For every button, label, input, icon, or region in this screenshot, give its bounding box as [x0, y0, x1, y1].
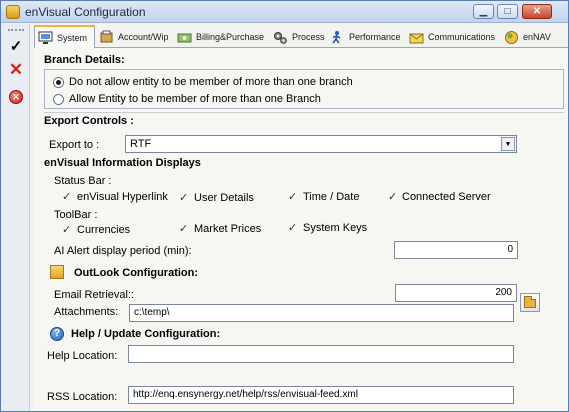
- toolbar-label: ToolBar :: [54, 209, 98, 221]
- attachments-label: Attachments:: [54, 306, 119, 318]
- branch-groupbox: Do not allow entity to be member of more…: [44, 69, 564, 109]
- tab-label: Process: [292, 32, 325, 42]
- tab-label: Performance: [349, 32, 401, 42]
- gears-icon: [274, 32, 287, 44]
- export-format-value: RTF: [130, 138, 152, 150]
- checkbox-connected-server[interactable]: ✓: [388, 191, 397, 203]
- status-bar-label: Status Bar :: [54, 175, 112, 187]
- system-icon: [38, 31, 53, 44]
- app-icon: [6, 5, 20, 19]
- attachments-input[interactable]: c:\temp\: [129, 304, 514, 322]
- checkbox-user-details[interactable]: ✓: [179, 192, 188, 204]
- left-toolbar: ✓ ✕ ✕: [1, 24, 30, 411]
- divider: [44, 112, 564, 113]
- checkbox-envisual-hyperlink[interactable]: ✓: [62, 191, 71, 203]
- toolbar-grip[interactable]: [8, 29, 24, 32]
- folder-icon: [524, 296, 536, 308]
- branch-heading: Branch Details:: [44, 54, 125, 66]
- close-icon[interactable]: ✕: [6, 60, 26, 80]
- displays-heading: enVisual Information Displays: [44, 157, 201, 169]
- config-window: enVisual Configuration ▁ □ ✕ ✓ ✕ ✕ Syste…: [0, 0, 569, 412]
- stop-icon[interactable]: ✕: [6, 86, 26, 106]
- tab-ennav[interactable]: enNAV: [501, 27, 551, 48]
- checkbox-system-keys[interactable]: ✓: [288, 222, 297, 234]
- tab-system[interactable]: System: [34, 25, 95, 49]
- export-format-select[interactable]: RTF ▼: [125, 135, 517, 153]
- tab-label: Billing&Purchase: [196, 32, 265, 42]
- performance-icon: [332, 31, 341, 44]
- export-label: Export to :: [49, 139, 100, 151]
- alert-period-label: AI Alert display period (min):: [54, 245, 192, 257]
- tab-billing-purchase[interactable]: Billing&Purchase: [174, 27, 264, 48]
- currencies-label[interactable]: Currencies: [77, 224, 130, 236]
- communications-icon: [409, 33, 424, 44]
- alert-period-input[interactable]: 0: [394, 241, 518, 259]
- system-keys-label[interactable]: System Keys: [303, 222, 367, 234]
- help-heading: Help / Update Configuration:: [71, 328, 221, 340]
- help-location-input[interactable]: [128, 345, 514, 363]
- checkbox-currencies[interactable]: ✓: [62, 224, 71, 236]
- chevron-down-icon[interactable]: ▼: [501, 137, 515, 151]
- help-location-label: Help Location:: [47, 350, 118, 362]
- tab-label: enNAV: [523, 32, 551, 42]
- tab-account-wip[interactable]: Account/Wip: [96, 27, 169, 48]
- time-date-label[interactable]: Time / Date: [303, 191, 359, 203]
- checkbox-time-date[interactable]: ✓: [288, 191, 297, 203]
- envisual-hyperlink-label[interactable]: enVisual Hyperlink: [77, 191, 168, 203]
- system-panel: Branch Details: Do not allow entity to b…: [34, 48, 568, 411]
- email-retrieval-input[interactable]: 200: [395, 284, 517, 302]
- stop-glyph: ✕: [9, 90, 23, 104]
- rss-location-input[interactable]: http://enq.ensynergy.net/help/rss/envisu…: [128, 386, 514, 404]
- export-heading: Export Controls :: [44, 115, 134, 127]
- tab-label: Communications: [428, 32, 496, 42]
- branch-option-multi-label[interactable]: Allow Entity to be member of more than o…: [69, 93, 321, 105]
- tab-bar: System Account/Wip Billing&Purchase Proc…: [34, 25, 568, 49]
- connected-server-label[interactable]: Connected Server: [402, 191, 491, 203]
- branch-option-multi-radio[interactable]: [53, 94, 64, 105]
- email-retrieval-label: Email Retrieval::: [54, 289, 135, 301]
- branch-option-single-label[interactable]: Do not allow entity to be member of more…: [69, 76, 353, 88]
- check-icon[interactable]: ✓: [6, 37, 26, 57]
- tab-communications[interactable]: Communications: [406, 27, 495, 48]
- outlook-heading: OutLook Configuration:: [74, 267, 199, 279]
- checkbox-market-prices[interactable]: ✓: [179, 223, 188, 235]
- close-window-button[interactable]: ✕: [522, 4, 552, 19]
- tab-label: System: [57, 33, 88, 43]
- browse-folder-button[interactable]: [520, 293, 540, 312]
- rss-location-label: RSS Location:: [47, 391, 118, 403]
- minimize-button[interactable]: ▁: [473, 4, 494, 19]
- account-icon: [100, 30, 113, 43]
- help-icon: ?: [50, 327, 64, 341]
- outlook-icon: [50, 265, 64, 279]
- tab-process[interactable]: Process: [270, 27, 325, 48]
- maximize-button[interactable]: □: [497, 4, 518, 19]
- tab-performance[interactable]: Performance: [327, 27, 401, 48]
- user-details-label[interactable]: User Details: [194, 192, 254, 204]
- branch-option-single-radio[interactable]: [53, 77, 64, 88]
- tab-label: Account/Wip: [118, 32, 169, 42]
- ennav-icon: [505, 31, 518, 44]
- billing-icon: [177, 33, 192, 43]
- window-title: enVisual Configuration: [25, 5, 146, 19]
- title-bar: enVisual Configuration ▁ □ ✕: [1, 1, 568, 23]
- market-prices-label[interactable]: Market Prices: [194, 223, 261, 235]
